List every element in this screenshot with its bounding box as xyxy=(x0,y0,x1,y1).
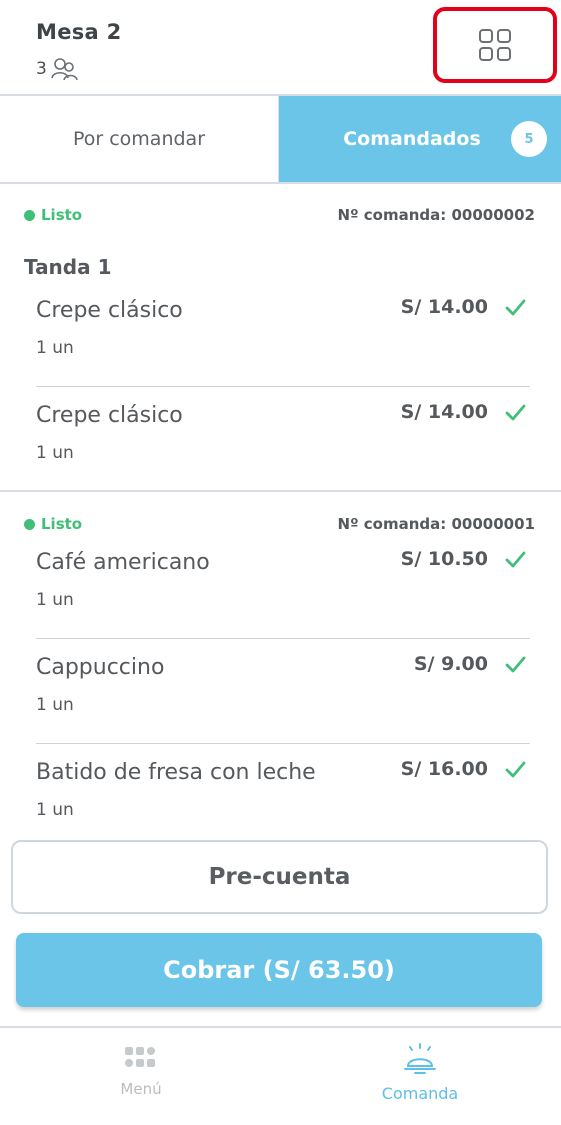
cobrar-button[interactable]: Cobrar (S/ 63.50) xyxy=(16,933,542,1007)
order-tabs: Por comandar Comandados 5 xyxy=(0,96,561,184)
item-price: S/ 14.00 xyxy=(400,296,488,318)
nav-menu-label: Menú xyxy=(120,1080,162,1098)
status-label: Listo xyxy=(41,515,83,533)
tab-por-comandar[interactable]: Por comandar xyxy=(0,96,279,182)
bottom-nav: Menú Comanda xyxy=(0,1026,561,1125)
item-name: Crepe clásico xyxy=(36,298,183,323)
item-price: S/ 14.00 xyxy=(400,401,488,423)
nav-comanda-label: Comanda xyxy=(381,1084,459,1103)
check-icon xyxy=(505,404,526,421)
pre-cuenta-button[interactable]: Pre-cuenta xyxy=(11,840,548,914)
guest-count: 3 xyxy=(36,56,80,82)
item-name: Batido de fresa con leche xyxy=(36,760,316,785)
status-badge: Listo xyxy=(24,515,82,533)
item-quantity: 1 un xyxy=(36,590,74,610)
check-icon xyxy=(505,299,526,316)
order-number: Nº comanda: 00000001 xyxy=(337,515,535,533)
check-icon xyxy=(505,761,526,778)
order-divider xyxy=(0,490,561,492)
nav-item-comanda[interactable]: Comanda xyxy=(280,1028,560,1125)
item-name: Cappuccino xyxy=(36,655,165,680)
header: Mesa 2 3 xyxy=(0,0,561,96)
item-divider xyxy=(36,743,530,744)
status-dot-icon xyxy=(24,518,35,530)
status-dot-icon xyxy=(24,209,35,221)
order-item[interactable]: Café americano 1 un S/ 10.50 xyxy=(36,548,530,630)
item-quantity: 1 un xyxy=(36,338,74,358)
order-header: Listo Nº comanda: 00000002 xyxy=(24,204,535,226)
people-icon xyxy=(51,58,78,81)
item-quantity: 1 un xyxy=(36,695,74,715)
order-header: Listo Nº comanda: 00000001 xyxy=(24,513,535,535)
grid-icon xyxy=(479,29,511,61)
grid-view-button[interactable] xyxy=(433,7,557,83)
item-name: Crepe clásico xyxy=(36,403,183,428)
order-number: Nº comanda: 00000002 xyxy=(337,206,535,224)
item-price: S/ 9.00 xyxy=(413,653,488,675)
order-item[interactable]: Crepe clásico 1 un S/ 14.00 xyxy=(36,401,530,483)
guest-count-value: 3 xyxy=(36,59,47,79)
order-item[interactable]: Cappuccino 1 un S/ 9.00 xyxy=(36,653,530,735)
table-title: Mesa 2 xyxy=(36,20,122,44)
item-price: S/ 16.00 xyxy=(400,758,488,780)
item-name: Café americano xyxy=(36,550,210,575)
status-label: Listo xyxy=(41,206,83,224)
status-badge: Listo xyxy=(24,206,82,224)
item-divider xyxy=(36,386,530,387)
item-divider xyxy=(36,638,530,639)
order-item[interactable]: Batido de fresa con leche 1 un S/ 16.00 xyxy=(36,758,530,840)
check-icon xyxy=(505,656,526,673)
comandados-count-badge: 5 xyxy=(511,121,547,157)
service-bell-icon xyxy=(404,1043,436,1074)
batch-title: Tanda 1 xyxy=(24,255,112,279)
item-quantity: 1 un xyxy=(36,443,74,463)
nav-item-menu[interactable]: Menú xyxy=(0,1028,280,1125)
order-item[interactable]: Crepe clásico 1 un S/ 14.00 xyxy=(36,296,530,378)
item-price: S/ 10.50 xyxy=(400,548,488,570)
tab-por-comandar-label: Por comandar xyxy=(72,128,206,150)
tab-comandados-label: Comandados xyxy=(343,128,481,150)
tab-comandados[interactable]: Comandados 5 xyxy=(279,96,561,182)
item-quantity: 1 un xyxy=(36,800,74,820)
check-icon xyxy=(505,551,526,568)
menu-icon xyxy=(125,1047,155,1067)
